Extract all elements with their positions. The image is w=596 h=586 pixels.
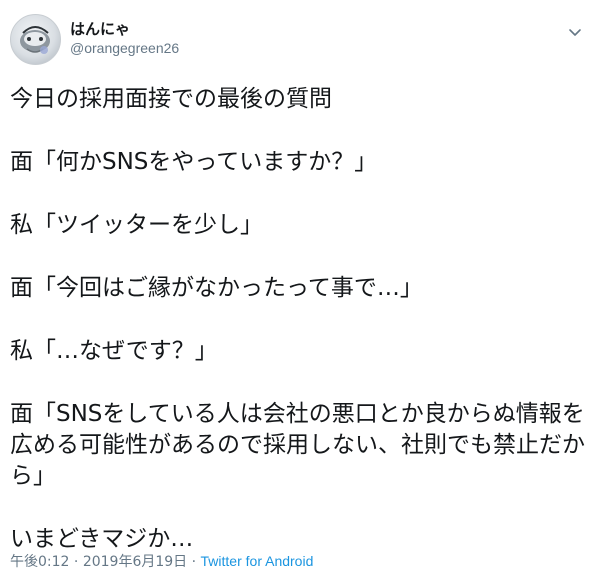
tweet-date[interactable]: 2019年6月19日 bbox=[83, 554, 187, 570]
tweet-line: 面「SNSをしている人は会社の悪口とか良からぬ情報を広める可能性があるので採用し… bbox=[10, 401, 585, 489]
tweet-line: 面「何かSNSをやっていますか？」 bbox=[10, 149, 378, 175]
author-display-name[interactable]: はんにゃ bbox=[70, 20, 179, 39]
meta-separator: · bbox=[69, 554, 83, 570]
tweet-header: はんにゃ @orangegreen26 bbox=[10, 14, 586, 68]
author-handle[interactable]: @orangegreen26 bbox=[70, 39, 179, 57]
tweet-line: 面「今回はご縁がなかったって事で…」 bbox=[10, 275, 423, 301]
line-spacer bbox=[10, 367, 588, 399]
tweet-time[interactable]: 午後0:12 bbox=[10, 554, 69, 570]
profile-avatar-icon[interactable] bbox=[10, 14, 61, 65]
line-spacer bbox=[10, 304, 588, 336]
tweet-card: はんにゃ @orangegreen26 今日の採用面接での最後の質問 面「何かS… bbox=[0, 0, 596, 586]
author-names: はんにゃ @orangegreen26 bbox=[70, 20, 179, 57]
tweet-text: 今日の採用面接での最後の質問 面「何かSNSをやっていますか？」 私「ツイッター… bbox=[10, 84, 588, 555]
chevron-down-icon[interactable] bbox=[566, 24, 584, 42]
line-spacer bbox=[10, 115, 588, 147]
tweet-line: 今日の採用面接での最後の質問 bbox=[10, 86, 332, 112]
tweet-source-link[interactable]: Twitter for Android bbox=[201, 553, 314, 569]
line-spacer bbox=[10, 178, 588, 210]
line-spacer bbox=[10, 492, 588, 524]
tweet-meta: 午後0:12 · 2019年6月19日 · Twitter for Androi… bbox=[10, 551, 313, 572]
line-spacer bbox=[10, 241, 588, 273]
meta-separator: · bbox=[187, 554, 201, 570]
tweet-line: 私「ツイッターを少し」 bbox=[10, 212, 263, 238]
tweet-line: 私「…なぜです？」 bbox=[10, 338, 218, 364]
